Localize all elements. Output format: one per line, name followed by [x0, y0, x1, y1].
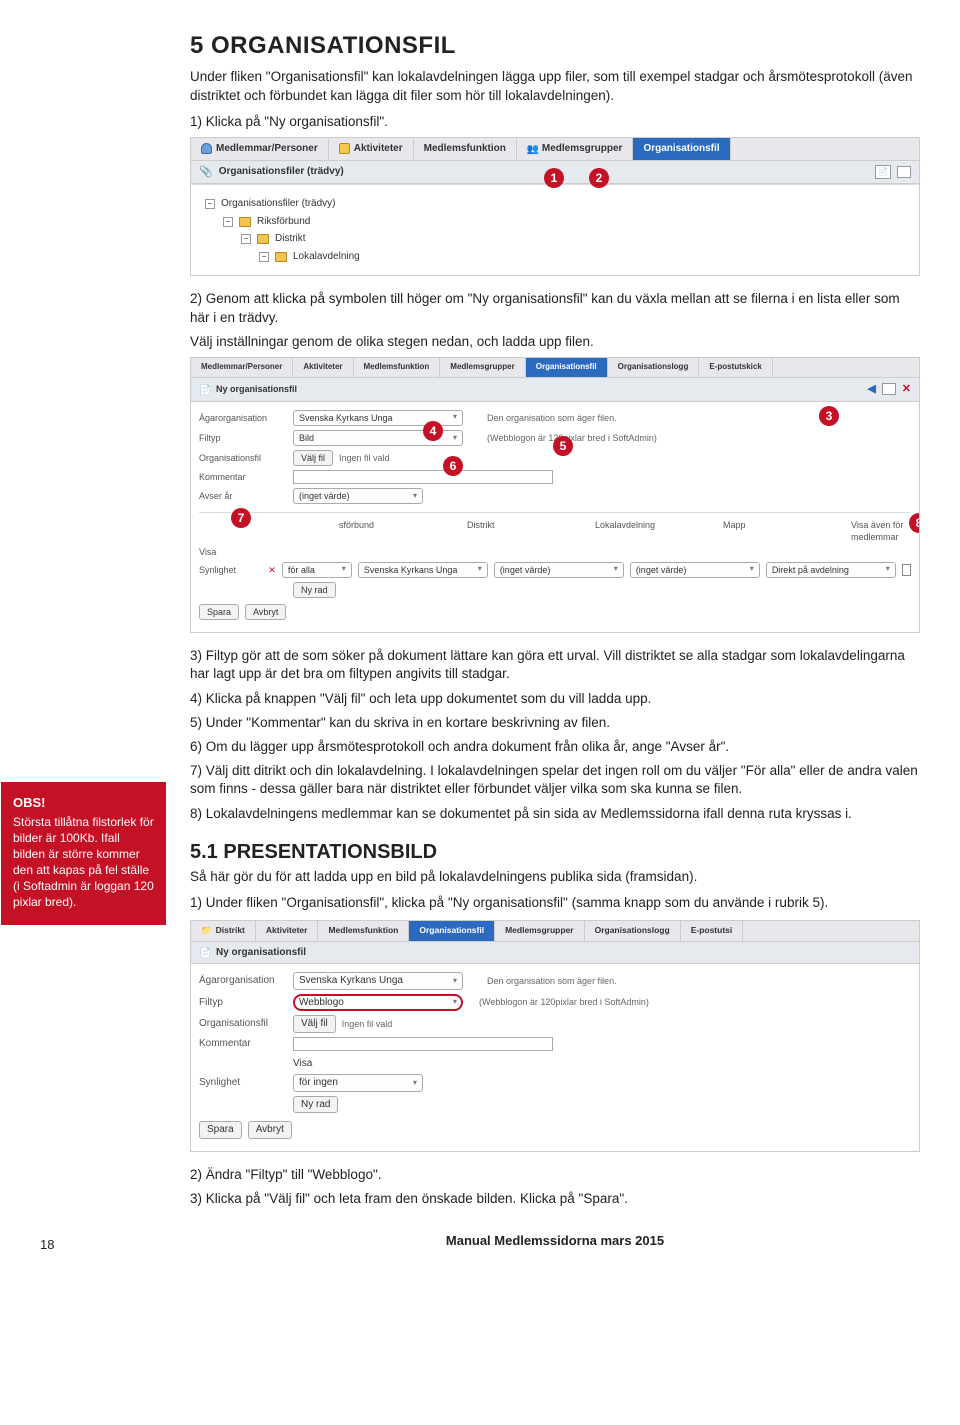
subbar-title: Organisationsfiler (trädvy): [219, 165, 344, 179]
avbryt-button-3[interactable]: Avbryt: [248, 1121, 292, 1139]
checkbox-visa[interactable]: [902, 564, 911, 576]
doc-icon: [199, 384, 210, 395]
tabbar-1: Medlemmar/Personer Aktiviteter Medlemsfu…: [191, 138, 919, 161]
marker-2: 2: [589, 168, 609, 188]
clip-icon: [199, 165, 213, 180]
view-toggle[interactable]: [897, 166, 911, 178]
screenshot-2: Medlemmar/Personer Aktiviteter Medlemsfu…: [190, 357, 920, 633]
end-3: 3) Klicka på "Välj fil" och leta fram de…: [190, 1190, 920, 1208]
valj-fil-button-3[interactable]: Välj fil: [293, 1015, 336, 1033]
tree-distrikt[interactable]: −Distrikt: [205, 230, 905, 248]
tab-medlemsfunktion[interactable]: Medlemsfunktion: [414, 138, 517, 160]
select-agaror-3[interactable]: Svenska Kyrkans Unga: [293, 972, 463, 990]
tabbar-2: Medlemmar/Personer Aktiviteter Medlemsfu…: [191, 358, 919, 378]
form-title-bar-3: Ny organisationsfil: [191, 942, 919, 965]
pres-2: 1) Under fliken "Organisationsfil", klic…: [190, 894, 920, 912]
heading-2: 5.1 PRESENTATIONSBILD: [190, 839, 920, 866]
person-icon: [201, 143, 212, 154]
kommentar-input-3[interactable]: [293, 1037, 553, 1051]
back-icon[interactable]: ◀: [867, 382, 875, 397]
select-foralla[interactable]: för alla: [282, 562, 352, 578]
obs-body: Största tillåtna filstorlek för bilder ä…: [13, 815, 154, 910]
pres-1: Så här gör du för att ladda upp en bild …: [190, 868, 920, 886]
folder-icon: [275, 252, 287, 262]
tab-aktiviteter[interactable]: Aktiviteter: [329, 138, 414, 160]
tabbar-3: 📁 Distrikt Aktiviteter Medlemsfunktion O…: [191, 921, 919, 941]
tree-riksforbund[interactable]: −Riksförbund: [205, 213, 905, 231]
folder-icon: [257, 234, 269, 244]
marker-1: 1: [544, 168, 564, 188]
group-icon: [527, 143, 538, 154]
step-2a: 2) Genom att klicka på symbolen till hög…: [190, 290, 920, 326]
new-file-button[interactable]: 📄: [875, 165, 891, 180]
heading-1: 5 ORGANISATIONSFIL: [190, 30, 920, 62]
tool-icon[interactable]: [882, 383, 896, 395]
toggle-icon[interactable]: −: [223, 217, 233, 227]
toggle-icon[interactable]: −: [205, 199, 215, 209]
tab-medlemsgrupper[interactable]: Medlemsgrupper: [517, 138, 634, 160]
select-foringen[interactable]: för ingen: [293, 1074, 423, 1092]
form-title: Ny organisationsfil: [216, 383, 297, 395]
step-1: 1) Klicka på "Ny organisationsfil".: [190, 113, 920, 131]
valj-fil-button[interactable]: Välj fil: [293, 450, 333, 466]
marker-3: 3: [819, 406, 839, 426]
spara-button-3[interactable]: Spara: [199, 1121, 242, 1139]
kommentar-input[interactable]: [293, 470, 553, 484]
tree-root[interactable]: −Organisationsfiler (trädvy): [205, 195, 905, 213]
folder-icon: [239, 217, 251, 227]
close-icon[interactable]: ✕: [902, 382, 911, 397]
step-3: 3) Filtyp gör att de som söker på dokume…: [190, 647, 920, 683]
step-5: 5) Under "Kommentar" kan du skriva in en…: [190, 714, 920, 732]
tab-organisationsfil[interactable]: Organisationsfil: [633, 138, 730, 160]
nyrad-button[interactable]: Ny rad: [293, 582, 336, 598]
doc-icon: [199, 947, 210, 958]
marker-6: 6: [443, 456, 463, 476]
avbryt-button[interactable]: Avbryt: [245, 604, 286, 620]
select-avser[interactable]: (inget värde): [293, 488, 423, 504]
toggle-icon[interactable]: −: [241, 234, 251, 244]
intro-para: Under fliken "Organisationsfil" kan loka…: [190, 68, 920, 104]
marker-4: 4: [423, 421, 443, 441]
step-8: 8) Lokalavdelningens medlemmar kan se do…: [190, 805, 920, 823]
activity-icon: [339, 143, 350, 154]
end-2: 2) Ändra "Filtyp" till "Webblogo".: [190, 1166, 920, 1184]
obs-callout: OBS! Största tillåtna filstorlek för bil…: [1, 782, 166, 925]
marker-5: 5: [553, 436, 573, 456]
obs-title: OBS!: [13, 794, 154, 812]
step-2b: Välj inställningar genom de olika stegen…: [190, 333, 920, 351]
step-6: 6) Om du lägger upp årsmötesprotokoll oc…: [190, 738, 920, 756]
nyrad-button-3[interactable]: Ny rad: [293, 1096, 338, 1114]
spara-button[interactable]: Spara: [199, 604, 239, 620]
tab-medlemmar[interactable]: Medlemmar/Personer: [191, 138, 329, 160]
select-filtyp-3[interactable]: Webblogo: [293, 994, 463, 1012]
toggle-icon[interactable]: −: [259, 252, 269, 262]
step-7: 7) Välj ditt ditrikt och din lokalavdeln…: [190, 762, 920, 798]
tree-view: −Organisationsfiler (trädvy) −Riksförbun…: [191, 184, 919, 275]
step-4: 4) Klicka på knappen "Välj fil" och leta…: [190, 690, 920, 708]
tree-lokalavdelning[interactable]: −Lokalavdelning: [205, 248, 905, 266]
marker-7: 7: [231, 508, 251, 528]
screenshot-1: Medlemmar/Personer Aktiviteter Medlemsfu…: [190, 137, 920, 276]
form-title-bar: Ny organisationsfil ◀ ✕: [191, 378, 919, 402]
screenshot-3: 📁 Distrikt Aktiviteter Medlemsfunktion O…: [190, 920, 920, 1151]
